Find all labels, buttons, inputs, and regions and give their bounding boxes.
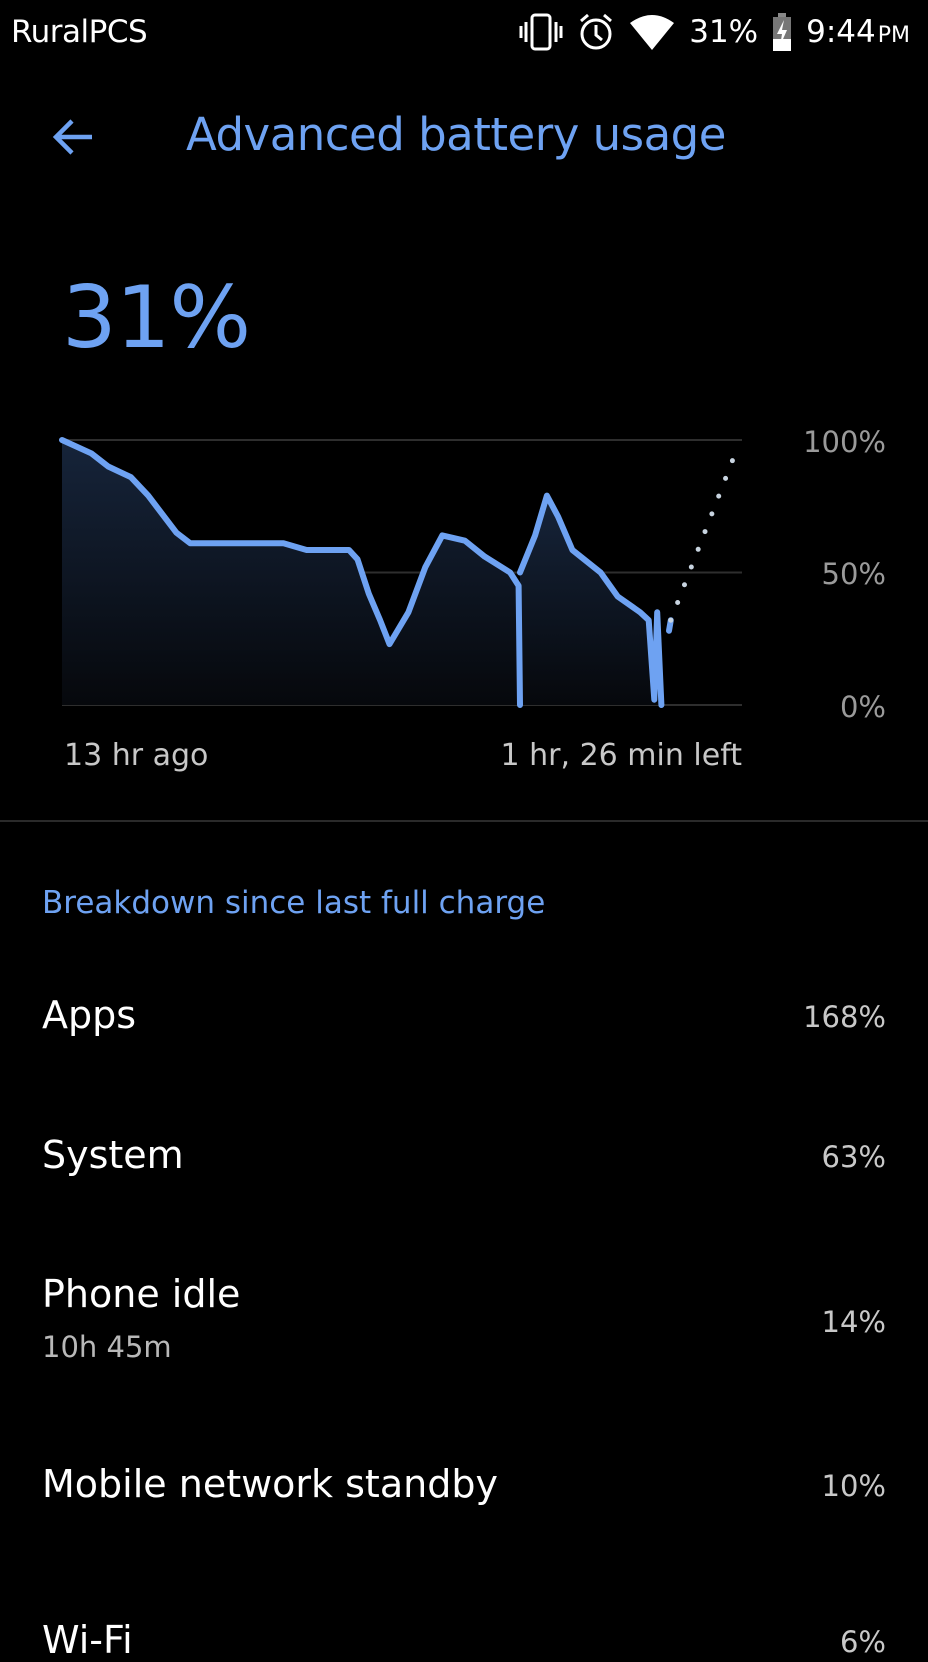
alarm-icon [580, 13, 613, 50]
row-value: 6% [839, 1625, 886, 1659]
row-value: 168% [803, 1000, 886, 1034]
x-tick-label-start: 13 hr ago [64, 738, 209, 773]
y-tick-label: 0% [839, 690, 886, 724]
battery-level: 31% [62, 268, 251, 368]
clock: 9:44PM [806, 14, 910, 50]
row-label: Wi-Fi [42, 1618, 133, 1662]
y-tick-label: 50% [821, 557, 886, 591]
projection-line [668, 448, 739, 623]
row-label: Apps [42, 993, 137, 1037]
row-label: Mobile network standby [42, 1462, 498, 1506]
row-value: 14% [821, 1305, 886, 1339]
battery-percent: 31% [689, 14, 759, 50]
battery-chart [59, 437, 742, 708]
vibrate-icon [519, 13, 563, 51]
row-subtitle: 10h 45m [42, 1330, 172, 1364]
row-label: System [42, 1133, 184, 1177]
divider [0, 820, 928, 822]
series-area [520, 495, 662, 705]
carrier-name: RuralPCS [11, 14, 148, 50]
status-icons: 31% 9:44PM [519, 12, 910, 52]
wifi-icon [630, 15, 675, 50]
page-title: Advanced battery usage [186, 108, 726, 161]
row-label: Phone idle [42, 1272, 241, 1316]
row-value: 63% [821, 1140, 886, 1174]
section-heading: Breakdown since last full charge [42, 885, 546, 921]
x-tick-label-end: 1 hr, 26 min left [500, 738, 742, 773]
arrow-left-icon[interactable] [48, 112, 98, 162]
battery-charging-icon [773, 13, 792, 51]
row-value: 10% [821, 1469, 886, 1503]
y-tick-label: 100% [803, 425, 886, 459]
status-bar: RuralPCS 31% 9:44PM [0, 0, 928, 70]
